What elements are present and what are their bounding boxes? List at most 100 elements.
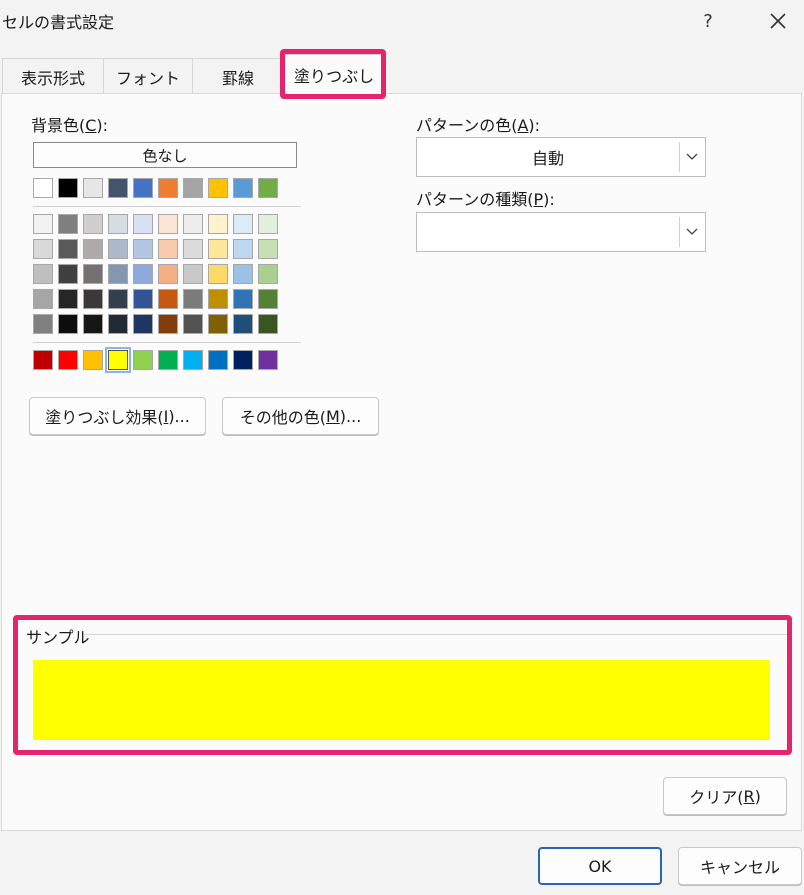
color-swatch[interactable] xyxy=(83,178,103,198)
fill-effects-button[interactable]: 塗りつぶし効果(I)... xyxy=(29,397,206,435)
no-color-button[interactable]: 色なし xyxy=(33,142,297,168)
tab-font[interactable]: フォント xyxy=(103,58,193,94)
color-swatch[interactable] xyxy=(183,178,203,198)
color-swatch[interactable] xyxy=(258,214,278,234)
color-swatch[interactable] xyxy=(183,264,203,284)
color-swatch[interactable] xyxy=(108,214,128,234)
palette-divider xyxy=(33,206,301,207)
pattern-style-dropdown[interactable] xyxy=(416,212,706,252)
color-swatch[interactable] xyxy=(158,314,178,334)
color-swatch[interactable] xyxy=(258,178,278,198)
color-swatch[interactable] xyxy=(233,214,253,234)
color-swatch[interactable] xyxy=(133,239,153,259)
color-swatch[interactable] xyxy=(158,239,178,259)
tab-strip: 表示形式 フォント 罫線 塗りつぶし xyxy=(0,54,804,94)
dropdown-arrow[interactable] xyxy=(679,142,703,172)
color-swatch[interactable] xyxy=(33,289,53,309)
color-swatch[interactable] xyxy=(158,289,178,309)
color-swatch[interactable] xyxy=(183,239,203,259)
color-swatch[interactable] xyxy=(83,289,103,309)
color-swatch[interactable] xyxy=(33,178,53,198)
color-swatch[interactable] xyxy=(233,264,253,284)
tab-label: 罫線 xyxy=(221,68,254,88)
color-swatch[interactable] xyxy=(58,178,78,198)
color-swatch[interactable] xyxy=(158,178,178,198)
close-icon xyxy=(770,13,786,29)
color-swatch[interactable] xyxy=(58,239,78,259)
color-swatch[interactable] xyxy=(58,314,78,334)
color-swatch[interactable] xyxy=(183,289,203,309)
swatch-row xyxy=(33,347,278,373)
color-swatch[interactable] xyxy=(33,264,53,284)
help-button[interactable]: ? xyxy=(690,6,726,36)
color-swatch[interactable] xyxy=(83,214,103,234)
color-swatch[interactable] xyxy=(58,214,78,234)
more-colors-button[interactable]: その他の色(M)... xyxy=(222,397,379,435)
color-swatch[interactable] xyxy=(208,264,228,284)
color-swatch[interactable] xyxy=(208,289,228,309)
dropdown-arrow[interactable] xyxy=(679,217,703,247)
chevron-down-icon xyxy=(686,153,697,160)
color-swatch[interactable] xyxy=(208,314,228,334)
color-swatch[interactable] xyxy=(183,314,203,334)
pattern-color-value: 自動 xyxy=(531,149,564,168)
color-swatch[interactable] xyxy=(233,314,253,334)
standard-colors-row xyxy=(33,347,278,375)
pattern-color-label: パターンの色(A): xyxy=(416,116,541,135)
color-swatch-selected[interactable] xyxy=(105,347,131,373)
color-swatch[interactable] xyxy=(133,178,153,198)
color-swatch[interactable] xyxy=(83,350,103,370)
tab-fill[interactable]: 塗りつぶし xyxy=(284,54,384,94)
color-swatch[interactable] xyxy=(33,214,53,234)
color-swatch[interactable] xyxy=(208,178,228,198)
color-swatch[interactable] xyxy=(133,314,153,334)
ok-button[interactable]: OK xyxy=(538,847,662,885)
color-swatch[interactable] xyxy=(208,350,228,370)
color-swatch[interactable] xyxy=(258,350,278,370)
color-swatch[interactable] xyxy=(108,314,128,334)
sample-highlight xyxy=(13,615,792,755)
color-swatch[interactable] xyxy=(33,239,53,259)
color-swatch[interactable] xyxy=(233,289,253,309)
color-swatch[interactable] xyxy=(58,289,78,309)
color-swatch[interactable] xyxy=(133,264,153,284)
color-swatch[interactable] xyxy=(83,314,103,334)
color-swatch[interactable] xyxy=(183,350,203,370)
tab-number-format[interactable]: 表示形式 xyxy=(2,58,104,94)
title-bar: セルの書式設定 ? xyxy=(0,0,804,42)
color-swatch[interactable] xyxy=(233,178,253,198)
clear-button[interactable]: クリア(R) xyxy=(663,777,787,815)
cancel-button[interactable]: キャンセル xyxy=(678,847,802,885)
color-swatch[interactable] xyxy=(133,214,153,234)
color-swatch[interactable] xyxy=(108,239,128,259)
color-swatch[interactable] xyxy=(258,264,278,284)
color-swatch[interactable] xyxy=(33,314,53,334)
color-swatch[interactable] xyxy=(108,178,128,198)
color-swatch[interactable] xyxy=(158,264,178,284)
color-swatch[interactable] xyxy=(258,289,278,309)
tab-border[interactable]: 罫線 xyxy=(192,58,284,94)
color-swatch[interactable] xyxy=(258,314,278,334)
color-swatch[interactable] xyxy=(233,239,253,259)
color-swatch[interactable] xyxy=(258,239,278,259)
color-swatch[interactable] xyxy=(158,350,178,370)
swatch-row xyxy=(33,214,278,234)
color-swatch[interactable] xyxy=(58,350,78,370)
color-swatch[interactable] xyxy=(108,264,128,284)
color-swatch[interactable] xyxy=(208,214,228,234)
close-button[interactable] xyxy=(760,6,796,36)
color-swatch[interactable] xyxy=(58,264,78,284)
color-swatch[interactable] xyxy=(133,350,153,370)
swatch-row xyxy=(33,314,278,334)
color-swatch[interactable] xyxy=(208,239,228,259)
color-swatch[interactable] xyxy=(158,214,178,234)
color-swatch[interactable] xyxy=(183,214,203,234)
color-swatch[interactable] xyxy=(133,289,153,309)
color-swatch[interactable] xyxy=(33,350,53,370)
pattern-color-dropdown[interactable]: 自動 xyxy=(416,137,706,177)
color-swatch[interactable] xyxy=(233,350,253,370)
color-swatch[interactable] xyxy=(108,289,128,309)
color-swatch[interactable] xyxy=(83,239,103,259)
color-swatch[interactable] xyxy=(83,264,103,284)
dialog-title: セルの書式設定 xyxy=(2,13,115,32)
